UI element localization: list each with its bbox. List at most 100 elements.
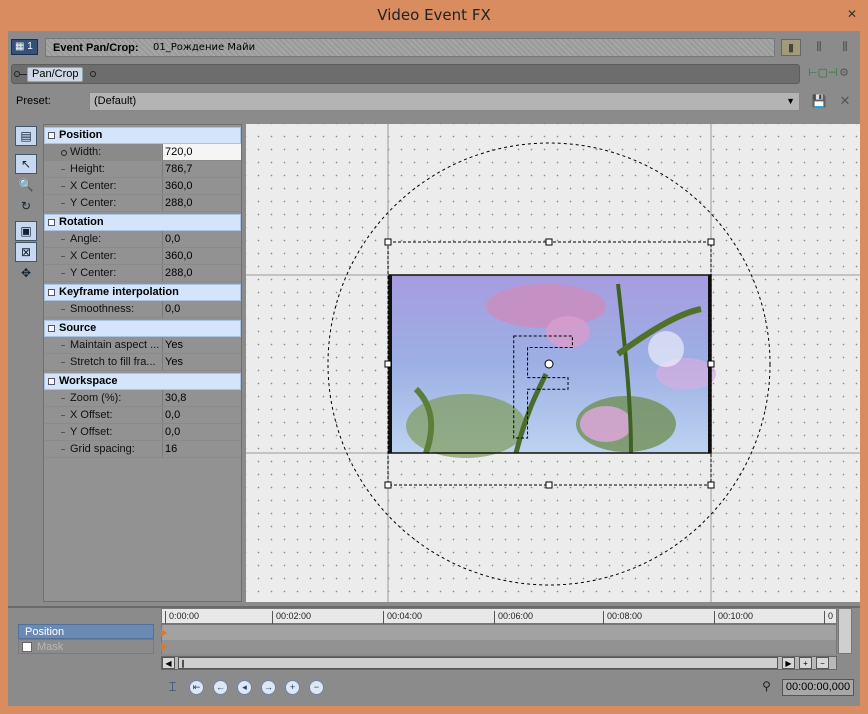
property-value[interactable]: Yes — [162, 337, 241, 353]
window-title: Video Event FX — [377, 6, 491, 24]
tool-strip: ▤ ↖ 🔍 ↻ ▣ ⊠ ✥ — [15, 124, 41, 604]
property-name: Y Offset: — [44, 424, 161, 440]
property-row[interactable]: Stretch to fill fra... Yes — [44, 354, 241, 371]
section-header[interactable]: Source — [44, 320, 241, 337]
sync-cursor-icon[interactable]: ⌶ — [165, 680, 180, 695]
property-row[interactable]: Y Offset: 0,0 — [44, 424, 241, 441]
property-name: Grid spacing: — [44, 441, 161, 457]
close-button[interactable]: ✕ — [844, 6, 860, 22]
property-value[interactable]: 16 — [162, 441, 241, 457]
properties-toggle-icon[interactable]: ▤ — [15, 126, 37, 146]
cursor-time[interactable]: 00:00:00,000 — [782, 679, 854, 696]
add-keyframe-icon[interactable]: + — [285, 680, 300, 695]
property-value[interactable]: 288,0 — [162, 265, 241, 281]
ruler-tick: 0 — [824, 611, 833, 624]
plugin-pan-crop[interactable]: Pan/Crop — [27, 67, 84, 82]
first-keyframe-icon[interactable]: ⇤ — [189, 680, 204, 695]
section-header[interactable]: Rotation — [44, 214, 241, 231]
timeline-ruler[interactable]: 0:00:00 00:02:00 00:04:00 00:06:00 00:08… — [161, 608, 837, 624]
snap-to-grid-icon[interactable]: ▣ — [15, 221, 37, 241]
section-header[interactable]: Position — [44, 127, 241, 144]
crop-mask-glyph[interactable]: F — [500, 309, 582, 473]
section-title: Source — [59, 322, 97, 334]
property-value[interactable]: 360,0 — [162, 248, 241, 264]
zoom-tool-icon[interactable]: 🔍 — [15, 175, 37, 195]
event-label: Event Pan/Crop: — [53, 42, 139, 54]
property-row[interactable]: X Center: 360,0 — [44, 178, 241, 195]
scroll-thumb[interactable]: ∥ — [178, 657, 778, 669]
grid-view-icon[interactable]: ⫼ — [835, 39, 855, 56]
keyframe-timeline: Position Mask 0:00:00 00:02:00 00:04:00 … — [8, 606, 860, 706]
property-row[interactable]: Angle: 0,0 — [44, 231, 241, 248]
canvas-overlay[interactable]: F — [246, 124, 860, 602]
track-motion-icon[interactable]: ▮ — [781, 39, 801, 56]
property-value[interactable]: 0,0 — [162, 424, 241, 440]
property-name: Width: — [44, 144, 161, 160]
property-row[interactable]: Zoom (%): 30,8 — [44, 390, 241, 407]
property-name: Height: — [44, 161, 161, 177]
mask-checkbox[interactable] — [22, 642, 32, 652]
timeline-scrollbar[interactable]: ◀ ∥ ▶ + − — [161, 656, 837, 670]
property-value[interactable]: 720,0 — [162, 144, 241, 160]
property-row[interactable]: Grid spacing: 16 — [44, 441, 241, 458]
property-value[interactable]: 288,0 — [162, 195, 241, 211]
chevron-down-icon: ▼ — [786, 96, 795, 106]
prev-frame-icon[interactable]: ◂ — [237, 680, 252, 695]
split-view-icon[interactable]: ⫼ — [809, 39, 829, 56]
scroll-right-icon[interactable]: ▶ — [782, 657, 795, 669]
normal-edit-tool-icon[interactable]: ↖ — [15, 154, 37, 174]
track-badge[interactable]: ▦ 1 — [11, 39, 38, 55]
mask-keyframe-row[interactable] — [162, 640, 836, 654]
preset-dropdown[interactable]: (Default) ▼ — [89, 92, 800, 111]
title-bar[interactable]: Video Event FX ✕ — [0, 0, 868, 31]
section-header[interactable]: Workspace — [44, 373, 241, 390]
chain-end-icon — [90, 71, 96, 77]
enable-rotation-icon[interactable]: ↻ — [15, 196, 37, 216]
property-row[interactable]: Y Center: 288,0 — [44, 265, 241, 282]
collapse-icon[interactable] — [48, 325, 55, 332]
property-value[interactable]: 0,0 — [162, 301, 241, 317]
event-header: ▦ 1 Event Pan/Crop: 01_Рождение Майи ▮ ⫼… — [8, 37, 860, 59]
collapse-icon[interactable] — [48, 378, 55, 385]
keyframe-lane[interactable] — [161, 624, 837, 654]
lock-aspect-ratio-icon[interactable]: ⊠ — [15, 242, 37, 262]
property-row[interactable]: X Center: 360,0 — [44, 248, 241, 265]
properties-panel: Position Width: 720,0 Height: 786,7 X Center:… — [43, 124, 242, 602]
collapse-icon[interactable] — [48, 132, 55, 139]
collapse-icon[interactable] — [48, 289, 55, 296]
property-row[interactable]: Width: 720,0 — [44, 144, 241, 161]
zoom-in-icon[interactable]: + — [799, 657, 812, 669]
center-handle[interactable] — [544, 359, 554, 369]
timeline-vertical-scrollbar[interactable] — [838, 608, 852, 654]
plugin-chooser-icon[interactable]: ⚙ — [834, 65, 854, 82]
property-value[interactable]: 30,8 — [162, 390, 241, 406]
prev-keyframe-icon[interactable]: ← — [213, 680, 228, 695]
delete-preset-icon[interactable]: ✕ — [835, 93, 855, 110]
plugin-chain-icon[interactable]: ⊢▢⊣ — [808, 65, 838, 82]
position-keyframe-row[interactable] — [162, 625, 836, 640]
property-row[interactable]: Height: 786,7 — [44, 161, 241, 178]
property-name: Y Center: — [44, 265, 161, 281]
pan-crop-canvas[interactable]: F — [246, 124, 860, 602]
property-value[interactable]: Yes — [162, 354, 241, 370]
timeline-track-mask[interactable]: Mask — [18, 639, 154, 654]
property-row[interactable]: Maintain aspect ... Yes — [44, 337, 241, 354]
move-freely-icon[interactable]: ✥ — [15, 263, 37, 283]
property-value[interactable]: 0,0 — [162, 407, 241, 423]
property-value[interactable]: 786,7 — [162, 161, 241, 177]
timeline-track-position[interactable]: Position — [18, 624, 154, 639]
property-name: Smoothness: — [44, 301, 161, 317]
collapse-icon[interactable] — [48, 219, 55, 226]
section-header[interactable]: Keyframe interpolation — [44, 284, 241, 301]
property-row[interactable]: X Offset: 0,0 — [44, 407, 241, 424]
delete-keyframe-icon[interactable]: − — [309, 680, 324, 695]
property-value[interactable]: 360,0 — [162, 178, 241, 194]
property-row[interactable]: Y Center: 288,0 — [44, 195, 241, 212]
save-preset-icon[interactable]: 💾 — [809, 93, 829, 110]
next-keyframe-icon[interactable]: → — [261, 680, 276, 695]
zoom-out-icon[interactable]: − — [816, 657, 829, 669]
scroll-left-icon[interactable]: ◀ — [162, 657, 175, 669]
property-value[interactable]: 0,0 — [162, 231, 241, 247]
property-row[interactable]: Smoothness: 0,0 — [44, 301, 241, 318]
event-name: 01_Рождение Майи — [153, 42, 256, 53]
